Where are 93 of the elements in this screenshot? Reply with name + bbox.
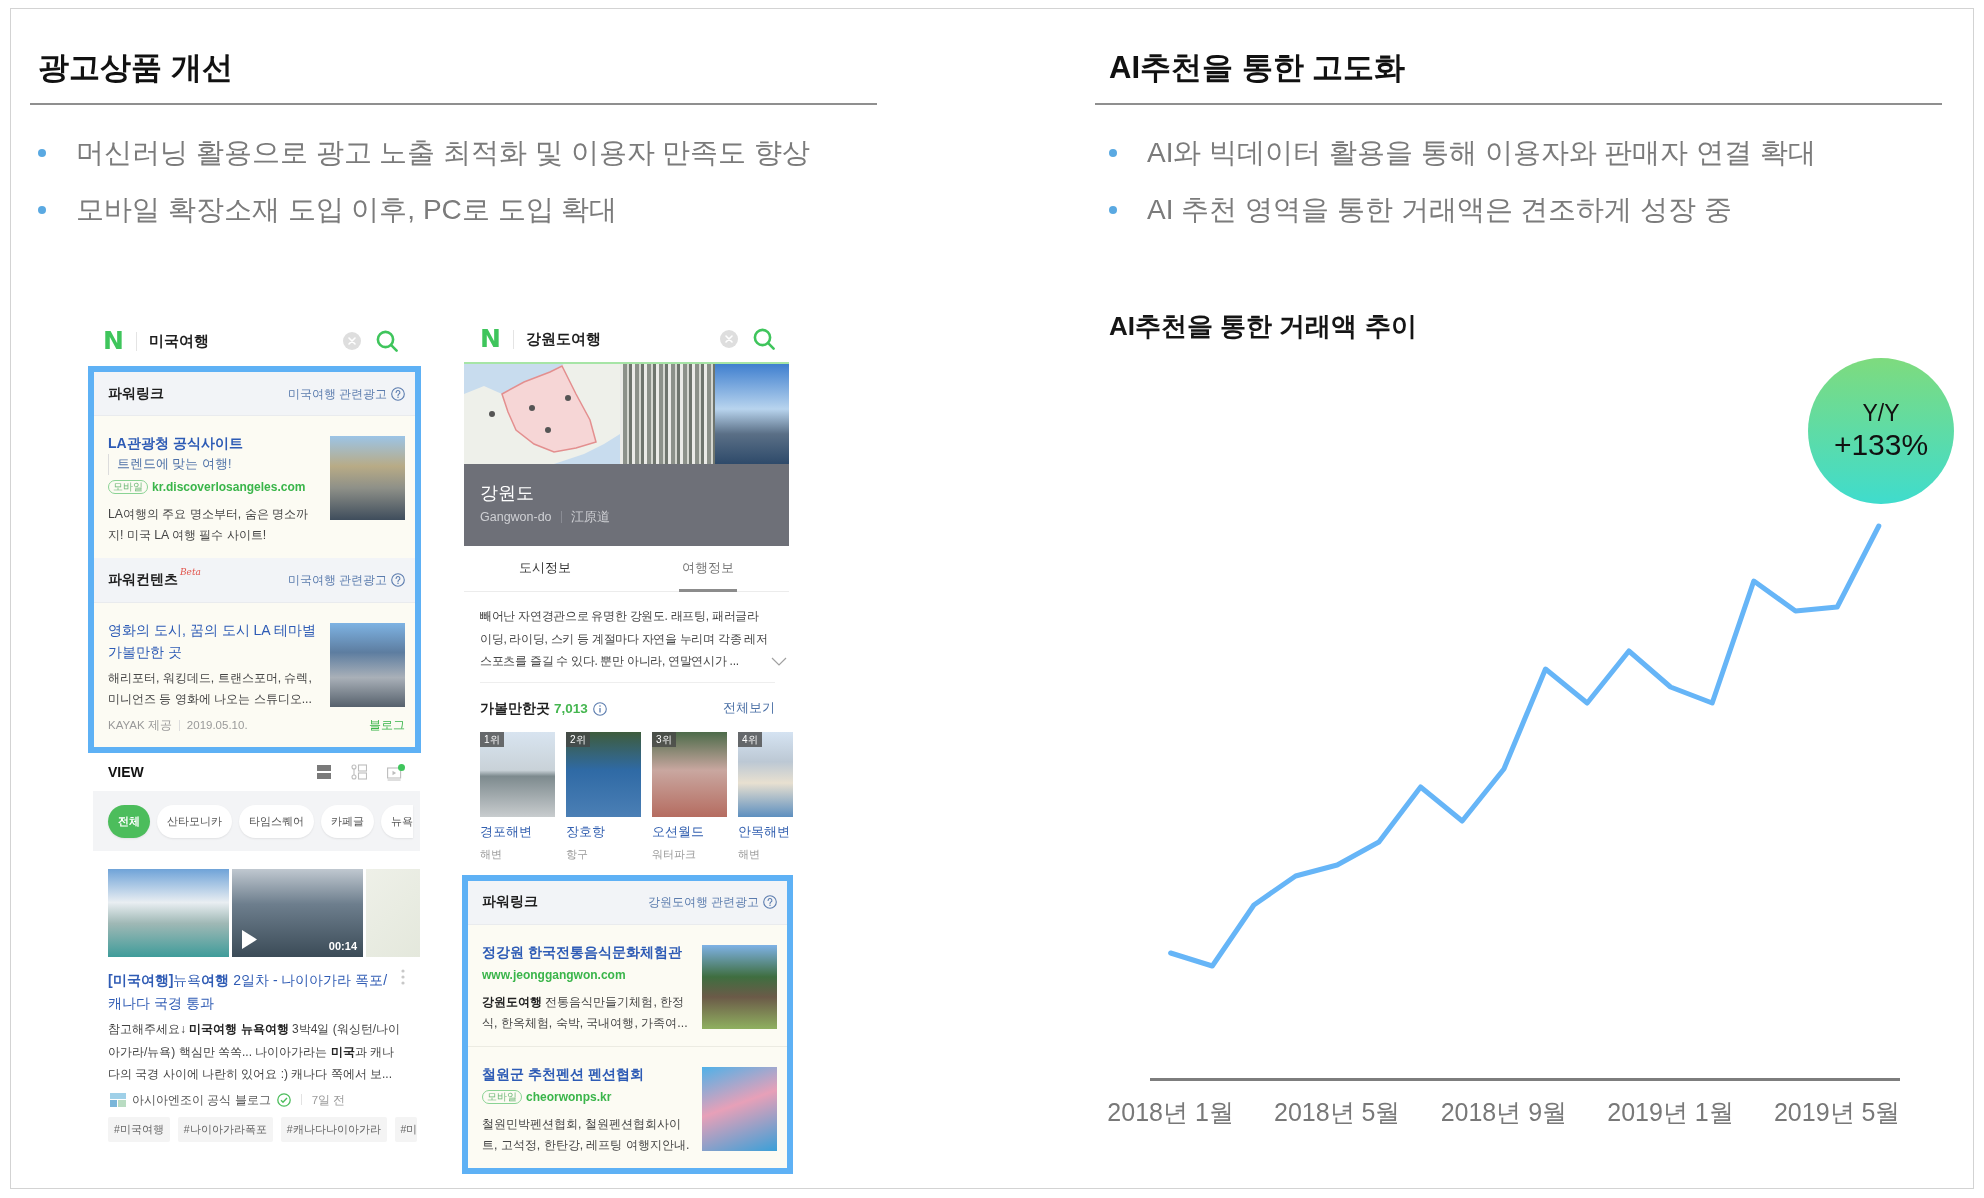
- photo-placeholder[interactable]: 2위: [566, 731, 641, 817]
- photo-placeholder[interactable]: 3위: [652, 731, 727, 817]
- video-placeholder[interactable]: 00:14: [232, 869, 363, 957]
- ad-title[interactable]: 정강원 한국전통음식문화체험관: [482, 940, 682, 963]
- axis-label: 2019년 5월: [1773, 1098, 1901, 1126]
- help-icon[interactable]: [391, 573, 405, 587]
- section-title: 파워링크: [108, 384, 164, 403]
- axis-label: 2018년 1월: [1107, 1098, 1234, 1126]
- tab[interactable]: 여행정보: [678, 546, 737, 592]
- filter-chip[interactable]: 카페글: [321, 804, 374, 838]
- section-heading: AI추천을 통한 고도화: [1109, 49, 1406, 87]
- ad-title[interactable]: LA관광청 공식사이트: [108, 432, 243, 454]
- rank-badge: 4위: [738, 731, 762, 747]
- clear-icon[interactable]: [720, 330, 738, 348]
- more-icon[interactable]: [401, 969, 405, 985]
- related-ads-link[interactable]: 강원도여행 관련광고: [647, 893, 759, 911]
- rank-badge: 1위: [480, 731, 504, 747]
- bullet-text: AI와 빅데이터 활용을 통해 이용자와 판매자 연결 확대: [1147, 136, 1816, 170]
- bullet-text: 머신러닝 활용으로 광고 노출 최적화 및 이용자 만족도 향상: [76, 136, 811, 170]
- hashtag[interactable]: #미국여행: [108, 1116, 170, 1142]
- post-title[interactable]: [미국여행]뉴욕여행 2일차 - 나이아가라 폭포/캐나다 국경 통과: [108, 969, 391, 1015]
- date-text: 2019.05.10.: [186, 718, 248, 733]
- ad-title[interactable]: 영화의 도시, 꿈의 도시 LA 테마별 가볼만한 곳: [108, 619, 322, 663]
- hashtag[interactable]: #미: [394, 1116, 418, 1142]
- ad-description: 강원도여행 전통음식만들기체험, 한정식, 한옥체험, 숙박, 국내여행, 가족여...: [482, 993, 689, 1032]
- help-icon[interactable]: [391, 386, 405, 401]
- region-hanja: 江原道: [570, 509, 610, 526]
- bullet-icon: [1109, 206, 1117, 214]
- section-title: VIEW: [108, 764, 144, 780]
- chart-title: AI추천을 통한 거래액 추이: [1109, 310, 1417, 343]
- post-description: 참고해주세요↓ 미국여행 뉴욕여행 3박4일 (워싱턴/나이아가라/뉴욕) 핵심만 쏙쏙... 나이아가라는 미국과 캐나다의 국경 사이에 나란히 있어요 :) 캐나다 쪽에서 보...: [108, 1021, 402, 1083]
- photo-placeholder[interactable]: 1위: [480, 731, 555, 817]
- hashtag[interactable]: #나이아가라폭포: [177, 1116, 273, 1142]
- provider-text: KAYAK 제공: [108, 718, 172, 733]
- photo-placeholder[interactable]: 4위: [738, 731, 793, 817]
- ad-description: 철원민박펜션협회, 철원펜션협회사이트, 고석정, 한탄강, 레프팅 여행지안내.: [482, 1115, 691, 1154]
- related-ads-link[interactable]: 미국여행 관련광고: [287, 571, 387, 589]
- badge-value: +133%: [1833, 427, 1929, 463]
- filter-chip[interactable]: 타임스퀘어: [239, 804, 314, 838]
- place-category: 워터파크: [652, 846, 696, 862]
- section-heading: 광고상품 개선: [38, 49, 233, 87]
- section-title: 파워링크: [482, 893, 538, 911]
- bullet-icon: [1109, 149, 1117, 157]
- ad-description: LA여행의 주요 명소부터, 숨은 명소까지! 미국 LA 여행 필수 사이트!: [108, 506, 310, 544]
- place-name[interactable]: 오션월드: [652, 821, 704, 842]
- search-field[interactable]: 미국여행: [148, 330, 343, 352]
- post-time: 7일 전: [311, 1092, 346, 1108]
- hashtag[interactable]: #캐나다나이아가라: [280, 1116, 387, 1142]
- beta-label: Beta: [180, 567, 201, 577]
- region-name: 강원도: [480, 482, 534, 505]
- ad-title[interactable]: 철원군 추천펜션 펜션협회: [482, 1062, 644, 1085]
- search-field[interactable]: 강원도여행: [525, 328, 720, 350]
- axis-label: 2018년 5월: [1274, 1098, 1401, 1126]
- author-name[interactable]: 아시아엔조이 공식 블로그: [132, 1090, 271, 1109]
- info-icon[interactable]: [592, 701, 607, 716]
- section-title: 파워컨텐츠: [108, 571, 178, 589]
- ad-description: 해리포터, 워킹데드, 트랜스포머, 슈렉, 미니언즈 등 영화에 나오는 스튜디오...: [108, 670, 313, 708]
- bullet-icon: [38, 149, 46, 157]
- play-icon[interactable]: [242, 930, 257, 949]
- region-description: 빼어난 자연경관으로 유명한 강원도. 래프팅, 패러글라이딩, 라이딩, 스키 등 계절마다 자연을 누리며 각종 레저 스포츠를 즐길 수 있다. 뿐만 아니라, 연말연시가 ...: [480, 608, 768, 670]
- ad-subtitle: 트렌드에 맞는 여행!: [108, 454, 232, 475]
- related-ads-link[interactable]: 미국여행 관련광고: [287, 384, 387, 403]
- chevron-down-icon[interactable]: [771, 656, 787, 666]
- bullet-icon: [38, 206, 46, 214]
- video-icon[interactable]: [387, 763, 405, 781]
- region-romanized: Gangwon-do: [480, 509, 552, 526]
- place-name[interactable]: 안목해변: [738, 821, 790, 842]
- list-view-icon[interactable]: [317, 765, 331, 779]
- rank-badge: 2위: [566, 731, 590, 747]
- filter-chip[interactable]: 뉴욕: [381, 804, 413, 838]
- search-icon[interactable]: [753, 328, 775, 350]
- section-title: 가볼만한곳: [480, 699, 550, 718]
- blog-logo-icon: [110, 1092, 126, 1107]
- axis-label: 2018년 9월: [1440, 1098, 1568, 1126]
- place-category: 해변: [738, 846, 760, 862]
- tree-list-icon[interactable]: [351, 764, 367, 780]
- filter-chip[interactable]: 산타모니카: [157, 804, 232, 838]
- bullet-text: 모바일 확장소재 도입 이후, PC로 도입 확대: [76, 193, 618, 227]
- place-name[interactable]: 경포해변: [480, 821, 532, 842]
- badge-label: Y/Y: [1862, 399, 1900, 427]
- place-name[interactable]: 장호항: [566, 821, 605, 842]
- place-category: 해변: [480, 846, 502, 862]
- view-all-link[interactable]: 전체보기: [723, 700, 775, 717]
- rank-badge: 3위: [652, 731, 676, 747]
- place-count: 7,013: [554, 701, 588, 716]
- search-icon[interactable]: [376, 330, 398, 352]
- tab[interactable]: 도시정보: [516, 546, 575, 592]
- axis-label: 2019년 1월: [1607, 1098, 1734, 1126]
- place-category: 항구: [566, 846, 588, 862]
- bullet-text: AI 추천 영역을 통한 거래액은 견조하게 성장 중: [1147, 193, 1732, 227]
- clear-icon[interactable]: [343, 332, 361, 350]
- help-icon[interactable]: [763, 895, 777, 909]
- video-duration: 00:14: [328, 939, 357, 953]
